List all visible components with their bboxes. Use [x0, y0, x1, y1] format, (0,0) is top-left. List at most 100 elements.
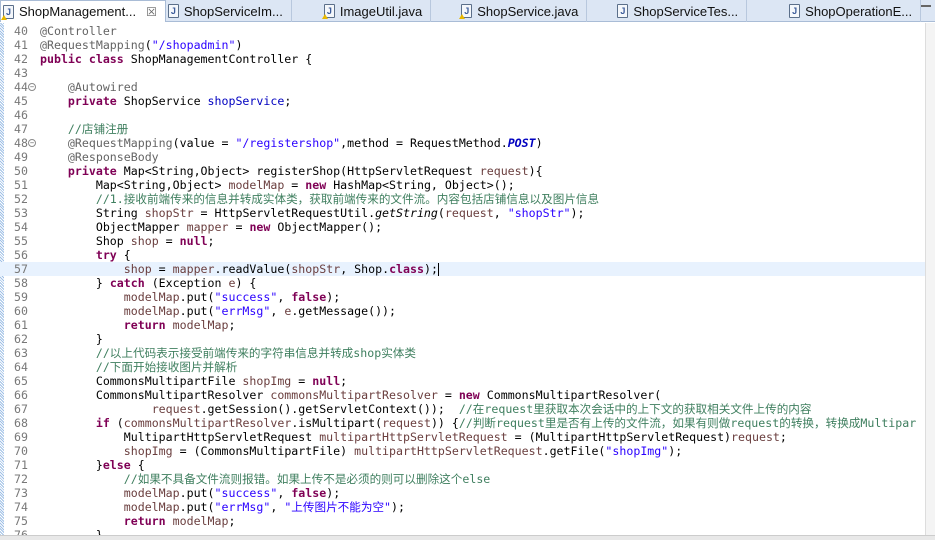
code-line[interactable]: 45 private ShopService shopService; — [0, 94, 925, 108]
line-number: 59 — [14, 290, 28, 304]
token-p — [40, 304, 124, 318]
token-p: .put( — [179, 486, 215, 500]
code-line[interactable]: 53 String shopStr = HttpServletRequestUt… — [0, 206, 925, 220]
token-v: shopStr — [291, 262, 341, 276]
line-number: 61 — [14, 318, 28, 332]
code-text: @ResponseBody — [40, 150, 159, 164]
code-line[interactable]: 54 ObjectMapper mapper = new ObjectMappe… — [0, 220, 925, 234]
line-number: 56 — [14, 248, 28, 262]
tab-1[interactable]: J ShopServiceIm... — [166, 0, 292, 22]
code-line[interactable]: 57 shop = mapper.readValue(shopStr, Shop… — [0, 262, 925, 276]
tab-label: ShopService.java — [477, 3, 579, 19]
token-v: shopImg — [123, 444, 173, 458]
token-a: @ResponseBody — [67, 150, 159, 164]
code-line[interactable]: 59 modelMap.put("success", false); — [0, 290, 925, 304]
token-p: .put( — [179, 304, 215, 318]
token-p: .getSession().getServletContext()); — [200, 402, 459, 416]
line-number: 75 — [14, 514, 28, 528]
code-line[interactable]: 68 if (commonsMultipartResolver.isMultip… — [0, 416, 925, 430]
code-text: return modelMap; — [40, 514, 236, 528]
code-line[interactable]: 65 CommonsMultipartFile shopImg = null; — [0, 374, 925, 388]
tab-2[interactable]: J ImageUtil.java — [321, 0, 432, 22]
code-line[interactable]: 76 } — [0, 528, 925, 535]
token-p: ; — [284, 94, 292, 108]
token-p: ( — [144, 38, 152, 52]
code-line[interactable]: 49 @ResponseBody — [0, 150, 925, 164]
token-p: MultipartHttpServletRequest — [40, 430, 320, 444]
token-s: "/shopadmin" — [151, 38, 236, 52]
code-line[interactable]: 73 modelMap.put("success", false); — [0, 486, 925, 500]
code-line[interactable]: 75 return modelMap; — [0, 514, 925, 528]
code-line[interactable]: 66 CommonsMultipartResolver commonsMulti… — [0, 388, 925, 402]
fold-toggle-icon[interactable]: − — [28, 139, 36, 147]
code-line[interactable]: 52 //1.接收前端传来的信息并转成实体类，获取前端传来的文件流。内容包括店铺… — [0, 192, 925, 206]
code-line[interactable]: 47 //店铺注册 — [0, 122, 925, 136]
tab-5[interactable]: J ShopOperationE... — [787, 0, 922, 22]
tab-0[interactable]: J ShopManagement... ☒ — [0, 0, 166, 22]
code-line[interactable]: 58 } catch (Exception e) { — [0, 276, 925, 290]
token-v: modelMap — [123, 486, 180, 500]
token-s: "/registershop" — [235, 136, 341, 150]
code-line[interactable]: 70 shopImg = (CommonsMultipartFile) mult… — [0, 444, 925, 458]
line-number: 41 — [14, 38, 28, 52]
code-line[interactable]: 55 Shop shop = null; — [0, 234, 925, 248]
code-line[interactable]: 50 private Map<String,Object> registerSh… — [0, 164, 925, 178]
token-a: @RequestMapping — [40, 38, 145, 52]
line-number: 40 — [14, 24, 28, 38]
code-editor[interactable]: 40 @Controller 41 @RequestMapping("/shopadm… — [0, 23, 925, 535]
tab-4[interactable]: J ShopServiceTes... — [615, 0, 748, 22]
token-p: CommonsMultipartResolver( — [479, 388, 662, 402]
code-line[interactable]: 63 //以上代码表示接受前端传来的字符串信息并转成shop实体类 — [0, 346, 925, 360]
token-p — [40, 248, 96, 262]
token-p: } — [40, 528, 103, 535]
token-p — [40, 472, 124, 486]
horizontal-scrollbar[interactable] — [0, 535, 935, 540]
code-line[interactable]: 42 public class ShopManagementController … — [0, 52, 925, 66]
token-a: @Controller — [40, 24, 117, 38]
code-line[interactable]: 43 — [0, 66, 925, 80]
token-p — [40, 80, 68, 94]
line-number: 73 — [14, 486, 28, 500]
fold-toggle-icon[interactable]: − — [28, 83, 36, 91]
code-line[interactable]: 69 MultipartHttpServletRequest multipart… — [0, 430, 925, 444]
tab-3[interactable]: J ShopService.java — [459, 0, 588, 22]
token-p: Shop — [40, 234, 131, 248]
code-line[interactable]: 46 — [0, 108, 925, 122]
token-p: Map<String,Object> — [40, 178, 229, 192]
minimize-button[interactable] — [921, 5, 931, 8]
code-line[interactable]: 60 modelMap.put("errMsg", e.getMessage()… — [0, 304, 925, 318]
code-line[interactable]: 72 //如果不具备文件流则报错。如果上传不是必须的则可以删除这个else — [0, 472, 925, 486]
token-p: = — [151, 262, 173, 276]
code-line[interactable]: 56 try { — [0, 248, 925, 262]
code-line[interactable]: 41 @RequestMapping("/shopadmin") — [0, 38, 925, 52]
code-line[interactable]: 44− @Autowired — [0, 80, 925, 94]
tab-label: ShopServiceIm... — [183, 3, 283, 19]
code-line[interactable]: 62 } — [0, 332, 925, 346]
line-number: 50 — [14, 164, 28, 178]
token-p: = — [228, 220, 250, 234]
token-p: ShopManagementController { — [130, 52, 313, 66]
vertical-scrollbar[interactable] — [925, 23, 935, 535]
line-number: 76 — [14, 528, 28, 535]
line-number: 53 — [14, 206, 28, 220]
token-p: ); — [423, 262, 438, 276]
code-line[interactable]: 74 modelMap.put("errMsg", "上传图片不能为空"); — [0, 500, 925, 514]
code-line[interactable]: 64 //下面开始接收图片并解析 — [0, 360, 925, 374]
code-line[interactable]: 71 }else { — [0, 458, 925, 472]
java-file-icon: J — [167, 4, 179, 18]
code-line[interactable]: 48− @RequestMapping(value = "/registersh… — [0, 136, 925, 150]
close-tab-icon[interactable]: ☒ — [146, 5, 157, 19]
token-p — [40, 500, 124, 514]
code-text: private Map<String,Object> registerShop(… — [40, 164, 543, 178]
line-number: 58 — [14, 276, 28, 290]
code-line[interactable]: 40 @Controller — [0, 24, 925, 38]
code-line[interactable]: 67 request.getSession().getServletContex… — [0, 402, 925, 416]
code-text: ObjectMapper mapper = new ObjectMapper()… — [40, 220, 382, 234]
token-v: shop — [123, 262, 152, 276]
tab-label: ImageUtil.java — [339, 3, 423, 19]
java-file-warning-icon: J — [459, 4, 473, 19]
code-line[interactable]: 61 return modelMap; — [0, 318, 925, 332]
code-line[interactable]: 51 Map<String,Object> modelMap = new Has… — [0, 178, 925, 192]
token-p — [40, 262, 124, 276]
text-caret — [437, 263, 439, 276]
